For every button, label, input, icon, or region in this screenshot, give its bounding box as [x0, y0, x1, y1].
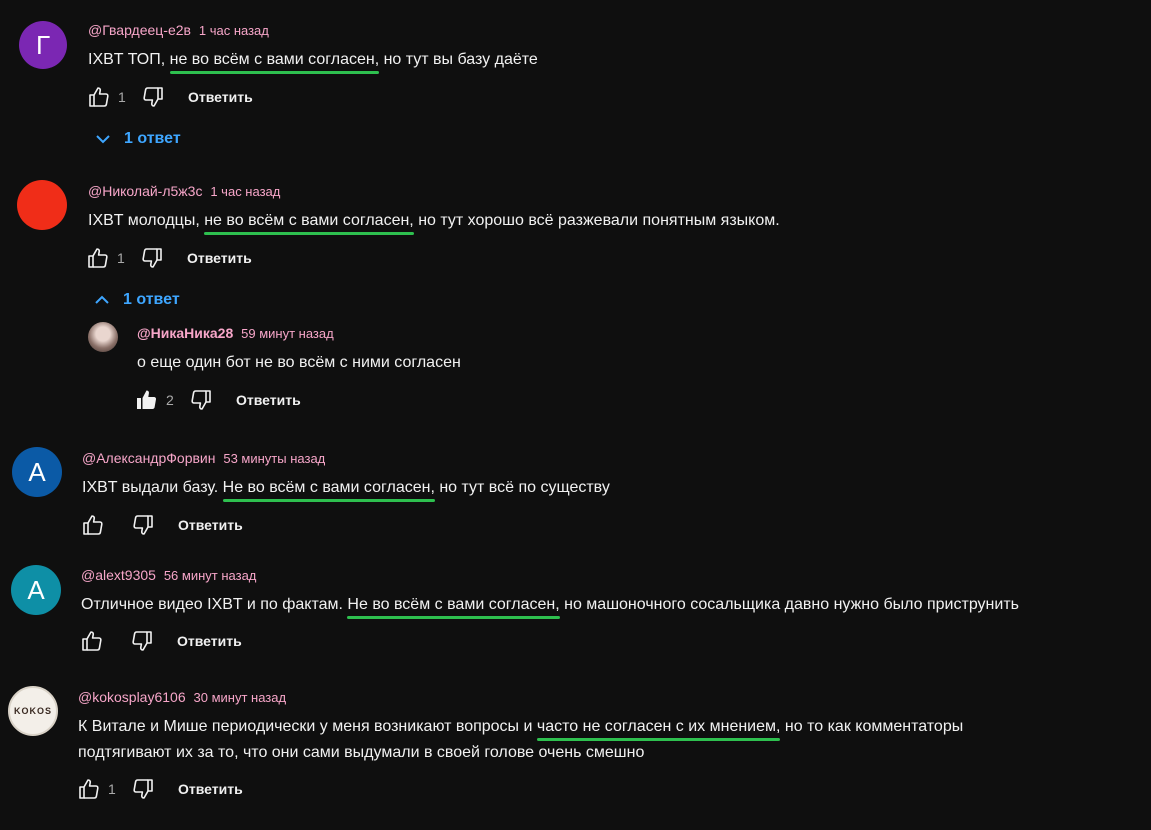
- like-icon[interactable]: [76, 776, 102, 802]
- like-count: 1: [118, 89, 126, 105]
- avatar[interactable]: А: [11, 565, 61, 615]
- comment-author[interactable]: @kokosplay6106: [78, 689, 186, 705]
- dislike-icon[interactable]: [130, 776, 156, 802]
- like-icon[interactable]: [80, 512, 106, 538]
- reply-author[interactable]: @НикаНика28: [137, 325, 233, 341]
- comment-text-part: IXBT молодцы,: [88, 212, 205, 229]
- comment-author[interactable]: @АлександрФорвин: [82, 450, 215, 466]
- comment-text-part: Отличное видео IXBT и по фактам.: [81, 596, 348, 613]
- comment-text-part: но тут вы базу даёте: [379, 51, 538, 68]
- comment-time[interactable]: 1 час назад: [210, 184, 280, 199]
- highlighted-text: Не во всём с вами согласен,: [347, 596, 560, 613]
- comment-text: IXBT ТОП, не во всём с вами согласен, но…: [88, 47, 538, 72]
- reply-header: @НикаНика28 59 минут назад: [137, 325, 334, 341]
- like-count: 2: [166, 392, 174, 408]
- reply-button[interactable]: Ответить: [178, 517, 243, 533]
- comment-text-line2: подтягивают их за то, что они сами выдум…: [78, 744, 645, 761]
- avatar[interactable]: [17, 180, 67, 230]
- comment-header: @Николай-л5ж3с 1 час назад: [88, 183, 280, 199]
- reply-avatar[interactable]: [88, 322, 118, 352]
- comment-actions: 1 Ответить: [85, 245, 252, 271]
- avatar-letter: А: [27, 574, 45, 605]
- highlighted-text: Не во всём с вами согласен,: [222, 479, 435, 496]
- avatar-letter: Г: [35, 29, 51, 60]
- comment-time[interactable]: 53 минуты назад: [223, 451, 325, 466]
- chevron-up-icon: [95, 295, 109, 304]
- like-count: 1: [108, 781, 116, 797]
- reply-button[interactable]: Ответить: [236, 392, 301, 408]
- dislike-icon[interactable]: [140, 84, 166, 110]
- comment-time[interactable]: 1 час назад: [199, 23, 269, 38]
- comment-actions: 1 Ответить: [86, 84, 253, 110]
- avatar-letter: А: [28, 456, 46, 487]
- comment-author[interactable]: @Николай-л5ж3с: [88, 183, 202, 199]
- replies-toggle[interactable]: 1 ответ: [94, 130, 181, 148]
- comment-actions: Ответить: [79, 628, 242, 654]
- comment-header: @kokosplay6106 30 минут назад: [78, 689, 286, 705]
- reply-actions: 2 Ответить: [134, 387, 301, 413]
- replies-count: 1 ответ: [124, 130, 181, 147]
- comment-author[interactable]: @alext9305: [81, 567, 156, 583]
- comment-text: IXBT молодцы, не во всём с вами согласен…: [88, 208, 780, 233]
- replies-count: 1 ответ: [123, 291, 180, 308]
- comment-header: @alext9305 56 минут назад: [81, 567, 256, 583]
- comment-text: Отличное видео IXBT и по фактам. Не во в…: [81, 592, 1019, 617]
- highlighted-text: не во всём с вами согласен,: [204, 212, 414, 229]
- like-count: 1: [117, 250, 125, 266]
- highlighted-text: часто не согласен с их мнением,: [536, 718, 781, 735]
- highlighted-text: не во всём с вами согласен,: [169, 51, 380, 68]
- reply-button[interactable]: Ответить: [187, 250, 252, 266]
- like-filled-icon[interactable]: [134, 387, 160, 413]
- comment-text-part: но машоночного сосальщика давно нужно бы…: [559, 596, 1019, 613]
- replies-toggle[interactable]: 1 ответ: [93, 291, 180, 309]
- comment-header: @Гвардеец-е2в 1 час назад: [88, 22, 269, 38]
- reply-text: о еще один бот не во всём с ними согласе…: [137, 354, 461, 371]
- comment-text-part: К Витале и Мише периодически у меня возн…: [78, 718, 537, 735]
- chevron-down-icon: [96, 135, 110, 144]
- avatar[interactable]: А: [12, 447, 62, 497]
- dislike-icon[interactable]: [139, 245, 165, 271]
- dislike-icon[interactable]: [188, 387, 214, 413]
- comment-text-part: но тут всё по существу: [434, 479, 610, 496]
- reply-time[interactable]: 59 минут назад: [241, 326, 334, 341]
- comment-text-part: но тут хорошо всё разжевали понятным язы…: [413, 212, 780, 229]
- comment-text: К Витале и Мише периодически у меня возн…: [78, 714, 963, 739]
- comment-text-part: IXBT выдали базу.: [82, 479, 223, 496]
- comment-header: @АлександрФорвин 53 минуты назад: [82, 450, 325, 466]
- like-icon[interactable]: [79, 628, 105, 654]
- reply-button[interactable]: Ответить: [188, 89, 253, 105]
- avatar[interactable]: KOKOS: [8, 686, 58, 736]
- avatar-logo-text: KOKOS: [13, 706, 52, 716]
- comment-time[interactable]: 30 минут назад: [194, 690, 287, 705]
- avatar[interactable]: Г: [19, 21, 67, 69]
- dislike-icon[interactable]: [130, 512, 156, 538]
- like-icon[interactable]: [85, 245, 111, 271]
- like-icon[interactable]: [86, 84, 112, 110]
- comment-actions: 1 Ответить: [76, 776, 243, 802]
- reply-button[interactable]: Ответить: [177, 633, 242, 649]
- comment-text: IXBT выдали базу. Не во всём с вами согл…: [82, 475, 610, 500]
- comment-actions: Ответить: [80, 512, 243, 538]
- comment-author[interactable]: @Гвардеец-е2в: [88, 22, 191, 38]
- comment-time[interactable]: 56 минут назад: [164, 568, 257, 583]
- reply-button[interactable]: Ответить: [178, 781, 243, 797]
- comment-text-part: но то как комментаторы: [780, 718, 964, 735]
- dislike-icon[interactable]: [129, 628, 155, 654]
- comment-text-part: IXBT ТОП,: [88, 51, 170, 68]
